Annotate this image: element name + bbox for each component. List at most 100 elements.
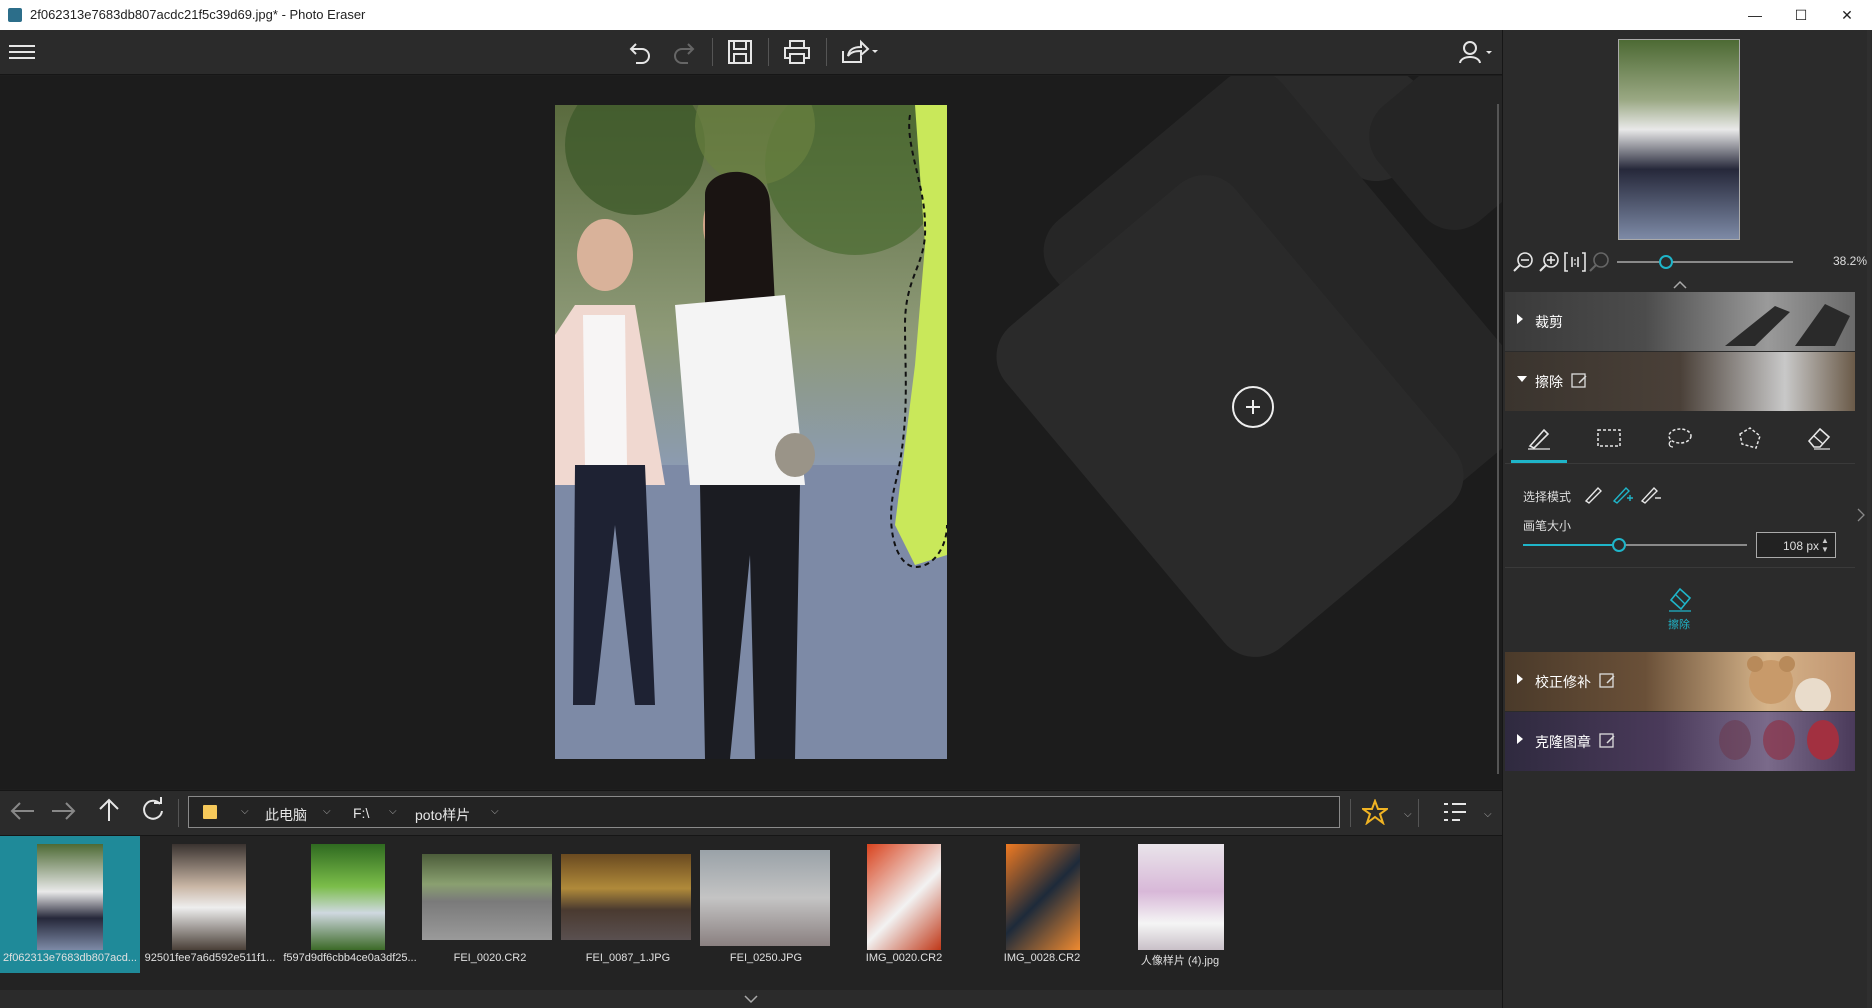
clone-section-header[interactable]: 克隆图章: [1505, 712, 1855, 771]
chevron-down-icon[interactable]: [744, 994, 758, 1004]
zoom-percentage: 38.2%: [1832, 254, 1867, 268]
brush-mode-add-icon[interactable]: [1611, 484, 1633, 504]
chevron-down-icon[interactable]: ⌵: [389, 806, 397, 817]
crop-section-header[interactable]: 裁剪: [1505, 292, 1855, 351]
breadcrumb-item[interactable]: F:\: [353, 805, 369, 821]
active-tab-indicator: [1511, 460, 1567, 463]
chevron-down-icon[interactable]: ⌵: [1484, 809, 1492, 820]
redo-icon[interactable]: [666, 36, 702, 68]
chevron-down-icon[interactable]: ⌵: [323, 806, 331, 817]
thumbnail-image: [867, 844, 941, 950]
save-icon[interactable]: [722, 36, 758, 68]
collapse-navigator-icon[interactable]: [1673, 280, 1687, 290]
file-navigation-bar: ⌵ 此电脑 ⌵ F:\ ⌵ poto样片 ⌵ ⌵ ⌵: [0, 790, 1502, 836]
navigator-preview[interactable]: [1618, 39, 1740, 240]
share-icon[interactable]: [836, 36, 882, 68]
panel-expand-icon[interactable]: [1857, 508, 1865, 522]
canvas-scrollbar[interactable]: [1497, 104, 1499, 774]
main-toolbar: [0, 30, 1502, 75]
crop-hands-illustration: [1725, 304, 1850, 346]
print-icon[interactable]: [779, 36, 815, 68]
thumbnail-image: [37, 844, 103, 950]
zoom-out-icon[interactable]: [1513, 251, 1535, 273]
toolbar-separator: [826, 38, 827, 66]
thumbnail-item[interactable]: IMG_0020.CR2: [834, 836, 974, 973]
breadcrumb-item[interactable]: 此电脑: [265, 805, 307, 825]
thumbnail-caption: IMG_0028.CR2: [1003, 952, 1081, 964]
thumbnail-caption: f597d9df6cbb4ce0a3df25...: [283, 952, 417, 964]
actual-size-icon[interactable]: [1564, 252, 1586, 272]
thumbnail-caption: IMG_0020.CR2: [865, 952, 943, 964]
brush-mode-subtract-icon[interactable]: [1639, 484, 1661, 504]
add-image-icon[interactable]: [1232, 386, 1274, 428]
zoom-in-icon[interactable]: [1539, 251, 1561, 273]
thumbnail-item[interactable]: FEI_0020.CR2: [420, 836, 560, 973]
brush-size-stepper[interactable]: ▲ ▼: [1821, 536, 1829, 554]
undo-icon[interactable]: [622, 36, 658, 68]
thumbnail-item[interactable]: 2f062313e7683db807acd...: [0, 836, 140, 973]
thumbnail-caption: FEI_0087_1.JPG: [585, 952, 671, 964]
chevron-down-icon[interactable]: ⌵: [241, 806, 249, 817]
refresh-icon[interactable]: [140, 797, 166, 823]
address-bar[interactable]: ⌵ 此电脑 ⌵ F:\ ⌵ poto样片 ⌵: [188, 796, 1340, 828]
close-button[interactable]: ✕: [1824, 0, 1870, 30]
thumbnail-caption: FEI_0020.CR2: [453, 952, 527, 964]
thumbnail-item[interactable]: FEI_0250.JPG: [696, 836, 836, 973]
image-canvas[interactable]: [0, 76, 1502, 789]
maximize-button[interactable]: ☐: [1778, 0, 1824, 30]
thumbnail-image: [561, 854, 691, 940]
erase-section-label: 擦除: [1535, 374, 1563, 390]
thumbnail-item[interactable]: 92501fee7a6d592e511f1...: [140, 836, 280, 973]
app-icon: [8, 8, 22, 22]
correction-section-header[interactable]: 校正修补: [1505, 652, 1855, 711]
erase-section-header[interactable]: 擦除: [1505, 352, 1855, 411]
lasso-select-icon[interactable]: [1659, 420, 1699, 456]
thumbnail-item[interactable]: 人像样片 (4).jpg: [1110, 836, 1250, 973]
thumbnail-image: [700, 850, 830, 946]
brush-mode-new-icon[interactable]: [1583, 484, 1605, 504]
chevron-down-icon[interactable]: ⌵: [491, 806, 499, 817]
clone-section-label: 克隆图章: [1535, 734, 1591, 750]
edit-mark-icon: [1599, 673, 1615, 688]
expand-triangle-icon: [1517, 734, 1523, 744]
star-filter-icon[interactable]: [1362, 799, 1388, 825]
thumbnail-item[interactable]: FEI_0087_1.JPG: [558, 836, 698, 973]
sort-list-icon[interactable]: [1442, 800, 1468, 824]
user-icon[interactable]: [1456, 36, 1496, 68]
teddy-bear-illustration: [1747, 656, 1831, 711]
zoom-slider-track[interactable]: [1617, 255, 1793, 269]
thumbnail-item[interactable]: f597d9df6cbb4ce0a3df25...: [280, 836, 420, 973]
rectangle-select-icon[interactable]: [1589, 420, 1629, 456]
fit-screen-icon[interactable]: [1589, 251, 1611, 273]
collapse-triangle-icon: [1517, 376, 1527, 382]
chevron-down-icon[interactable]: ⌵: [1404, 809, 1412, 820]
brush-size-slider-track[interactable]: [1523, 538, 1747, 552]
panel-scrollbar[interactable]: [1867, 30, 1871, 1008]
nav-separator: [178, 799, 179, 827]
panel-divider: [1505, 567, 1855, 568]
edited-photo[interactable]: [555, 105, 947, 759]
brush-size-label: 画笔大小: [1523, 519, 1572, 533]
zoom-slider-handle[interactable]: [1659, 255, 1674, 269]
brush-size-value: 108 px: [1782, 539, 1819, 553]
breadcrumb-item[interactable]: poto样片: [415, 805, 470, 825]
brush-tool-icon[interactable]: [1519, 420, 1559, 456]
up-folder-icon[interactable]: [96, 797, 122, 823]
brush-size-slider-handle[interactable]: [1612, 538, 1627, 552]
hamburger-icon[interactable]: [4, 36, 40, 68]
thumbnail-item[interactable]: IMG_0028.CR2: [972, 836, 1112, 973]
erase-action-icon: [1669, 587, 1692, 612]
forward-icon[interactable]: [50, 799, 78, 823]
eraser-tool-icon[interactable]: [1799, 420, 1839, 456]
thumbnail-caption: 人像样片 (4).jpg: [1140, 955, 1220, 967]
thumbnail-image: [172, 844, 246, 950]
minimize-button[interactable]: —: [1732, 0, 1778, 30]
brush-size-input[interactable]: 108 px ▲ ▼: [1756, 532, 1836, 558]
expand-triangle-icon: [1517, 674, 1523, 684]
polygon-select-icon[interactable]: [1729, 420, 1769, 456]
erase-button-label: 擦除: [1668, 619, 1690, 631]
filmstrip-toggle-bar: [0, 990, 1502, 1008]
thumbnail-caption: FEI_0250.JPG: [729, 952, 803, 964]
back-icon[interactable]: [8, 799, 36, 823]
erase-button[interactable]: 擦除: [1651, 586, 1707, 636]
